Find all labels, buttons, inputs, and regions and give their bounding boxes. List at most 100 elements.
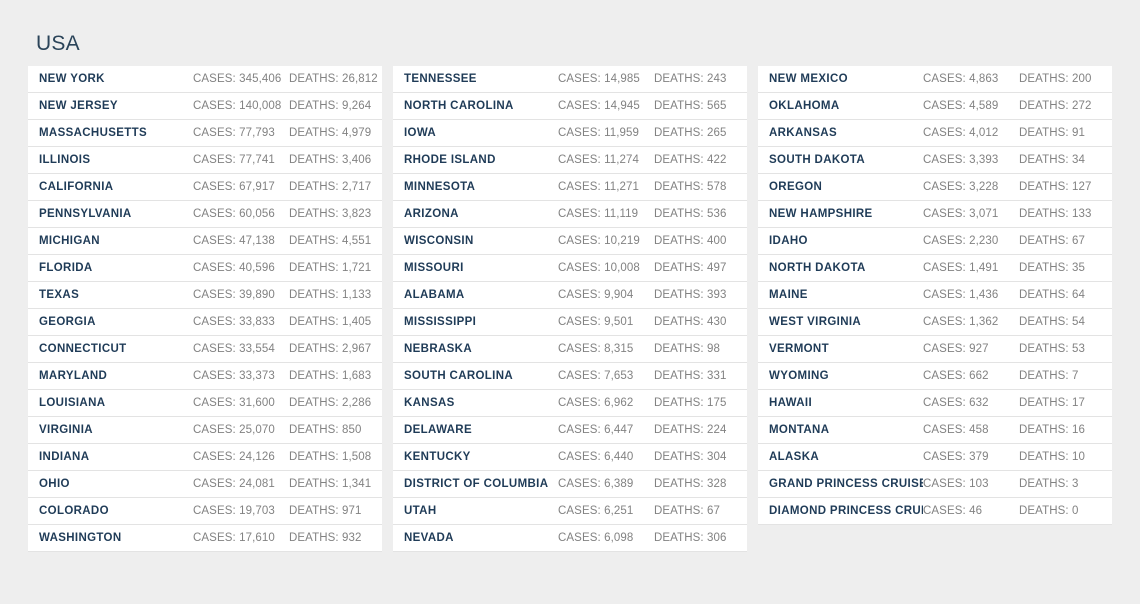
- table-row[interactable]: WYOMING CASES: 662 DEATHS: 7: [758, 363, 1112, 389]
- state-name: OKLAHOMA: [769, 100, 840, 112]
- state-name: TEXAS: [39, 289, 80, 301]
- state-cases-value: CASES: 31,600: [193, 397, 275, 409]
- state-name: VIRGINIA: [39, 424, 93, 436]
- table-row[interactable]: MICHIGAN CASES: 47,138 DEATHS: 4,551: [28, 228, 382, 254]
- state-cases-value: CASES: 8,315: [558, 343, 634, 355]
- table-row[interactable]: OHIO CASES: 24,081 DEATHS: 1,341: [28, 471, 382, 497]
- state-deaths-value: DEATHS: 224: [654, 424, 727, 436]
- state-cases-value: CASES: 2,230: [923, 235, 999, 247]
- table-row[interactable]: CALIFORNIA CASES: 67,917 DEATHS: 2,717: [28, 174, 382, 200]
- table-row[interactable]: MARYLAND CASES: 33,373 DEATHS: 1,683: [28, 363, 382, 389]
- table-row[interactable]: GRAND PRINCESS CRUISE CASES: 103 DEATHS: 3: [758, 471, 1112, 497]
- table-row[interactable]: FLORIDA CASES: 40,596 DEATHS: 1,721: [28, 255, 382, 281]
- state-name: LOUISIANA: [39, 397, 106, 409]
- table-row[interactable]: DELAWARE CASES: 6,447 DEATHS: 224: [393, 417, 747, 443]
- table-row[interactable]: LOUISIANA CASES: 31,600 DEATHS: 2,286: [28, 390, 382, 416]
- state-deaths-value: DEATHS: 0: [1019, 505, 1079, 517]
- table-row[interactable]: NEVADA CASES: 6,098 DEATHS: 306: [393, 525, 747, 551]
- table-row[interactable]: NEW MEXICO CASES: 4,863 DEATHS: 200: [758, 66, 1112, 92]
- state-name: IDAHO: [769, 235, 808, 247]
- state-deaths-value: DEATHS: 2,717: [289, 181, 372, 193]
- table-row[interactable]: IDAHO CASES: 2,230 DEATHS: 67: [758, 228, 1112, 254]
- state-cases-value: CASES: 3,228: [923, 181, 999, 193]
- state-deaths-value: DEATHS: 850: [289, 424, 362, 436]
- state-deaths-value: DEATHS: 4,979: [289, 127, 372, 139]
- table-row[interactable]: INDIANA CASES: 24,126 DEATHS: 1,508: [28, 444, 382, 470]
- table-row[interactable]: IOWA CASES: 11,959 DEATHS: 265: [393, 120, 747, 146]
- table-row[interactable]: SOUTH DAKOTA CASES: 3,393 DEATHS: 34: [758, 147, 1112, 173]
- table-row[interactable]: UTAH CASES: 6,251 DEATHS: 67: [393, 498, 747, 524]
- table-row[interactable]: ALABAMA CASES: 9,904 DEATHS: 393: [393, 282, 747, 308]
- state-cases-value: CASES: 39,890: [193, 289, 275, 301]
- table-row[interactable]: MAINE CASES: 1,436 DEATHS: 64: [758, 282, 1112, 308]
- state-name: HAWAII: [769, 397, 812, 409]
- state-deaths-value: DEATHS: 497: [654, 262, 727, 274]
- table-row[interactable]: MISSISSIPPI CASES: 9,501 DEATHS: 430: [393, 309, 747, 335]
- table-row[interactable]: NEW YORK CASES: 345,406 DEATHS: 26,812: [28, 66, 382, 92]
- table-row[interactable]: NORTH DAKOTA CASES: 1,491 DEATHS: 35: [758, 255, 1112, 281]
- table-row[interactable]: ALASKA CASES: 379 DEATHS: 10: [758, 444, 1112, 470]
- table-row[interactable]: VERMONT CASES: 927 DEATHS: 53: [758, 336, 1112, 362]
- table-row[interactable]: TEXAS CASES: 39,890 DEATHS: 1,133: [28, 282, 382, 308]
- state-name: FLORIDA: [39, 262, 93, 274]
- table-row[interactable]: OREGON CASES: 3,228 DEATHS: 127: [758, 174, 1112, 200]
- table-row[interactable]: HAWAII CASES: 632 DEATHS: 17: [758, 390, 1112, 416]
- table-row[interactable]: NEW HAMPSHIRE CASES: 3,071 DEATHS: 133: [758, 201, 1112, 227]
- state-name: RHODE ISLAND: [404, 154, 496, 166]
- table-row[interactable]: MINNESOTA CASES: 11,271 DEATHS: 578: [393, 174, 747, 200]
- table-row[interactable]: WEST VIRGINIA CASES: 1,362 DEATHS: 54: [758, 309, 1112, 335]
- table-row[interactable]: SOUTH CAROLINA CASES: 7,653 DEATHS: 331: [393, 363, 747, 389]
- table-row[interactable]: ARKANSAS CASES: 4,012 DEATHS: 91: [758, 120, 1112, 146]
- table-row[interactable]: NEBRASKA CASES: 8,315 DEATHS: 98: [393, 336, 747, 362]
- state-deaths-value: DEATHS: 272: [1019, 100, 1092, 112]
- table-row[interactable]: MISSOURI CASES: 10,008 DEATHS: 497: [393, 255, 747, 281]
- state-cases-value: CASES: 67,917: [193, 181, 275, 193]
- table-row[interactable]: GEORGIA CASES: 33,833 DEATHS: 1,405: [28, 309, 382, 335]
- table-row[interactable]: WISCONSIN CASES: 10,219 DEATHS: 400: [393, 228, 747, 254]
- state-deaths-value: DEATHS: 393: [654, 289, 727, 301]
- table-row[interactable]: DIAMOND PRINCESS CRUISECASES: 46 DEATHS: …: [758, 498, 1112, 524]
- table-row[interactable]: KANSAS CASES: 6,962 DEATHS: 175: [393, 390, 747, 416]
- state-deaths-value: DEATHS: 7: [1019, 370, 1079, 382]
- state-deaths-value: DEATHS: 328: [654, 478, 727, 490]
- state-cases-value: CASES: 10,008: [558, 262, 640, 274]
- state-cases-value: CASES: 1,362: [923, 316, 999, 328]
- table-row[interactable]: ILLINOIS CASES: 77,741 DEATHS: 3,406: [28, 147, 382, 173]
- state-name: WEST VIRGINIA: [769, 316, 862, 328]
- state-deaths-value: DEATHS: 175: [654, 397, 727, 409]
- table-row[interactable]: WASHINGTON CASES: 17,610 DEATHS: 932: [28, 525, 382, 551]
- table-row[interactable]: VIRGINIA CASES: 25,070 DEATHS: 850: [28, 417, 382, 443]
- table-row[interactable]: ARIZONA CASES: 11,119 DEATHS: 536: [393, 201, 747, 227]
- state-name: MISSOURI: [404, 262, 464, 274]
- table-row[interactable]: RHODE ISLAND CASES: 11,274 DEATHS: 422: [393, 147, 747, 173]
- table-row[interactable]: NORTH CAROLINA CASES: 14,945 DEATHS: 565: [393, 93, 747, 119]
- usa-covid-stats-page: USA NEW YORK CASES: 345,406 DEATHS: 26,812…: [0, 0, 1140, 604]
- state-deaths-value: DEATHS: 265: [654, 127, 727, 139]
- table-row[interactable]: TENNESSEE CASES: 14,985 DEATHS: 243: [393, 66, 747, 92]
- state-cases-value: CASES: 6,098: [558, 532, 634, 544]
- table-row[interactable]: MONTANA CASES: 458 DEATHS: 16: [758, 417, 1112, 443]
- table-row[interactable]: COLORADO CASES: 19,703 DEATHS: 971: [28, 498, 382, 524]
- state-deaths-value: DEATHS: 331: [654, 370, 727, 382]
- state-name: NORTH DAKOTA: [769, 262, 866, 274]
- table-row[interactable]: PENNSYLVANIA CASES: 60,056 DEATHS: 3,823: [28, 201, 382, 227]
- table-row[interactable]: NEW JERSEY CASES: 140,008 DEATHS: 9,264: [28, 93, 382, 119]
- state-column-3: NEW MEXICO CASES: 4,863 DEATHS: 200 OKLAHOM…: [758, 66, 1112, 525]
- state-name: OREGON: [769, 181, 823, 193]
- state-name: SOUTH DAKOTA: [769, 154, 865, 166]
- state-cases-value: CASES: 4,589: [923, 100, 999, 112]
- table-row[interactable]: DISTRICT OF COLUMBIA CASES: 6,389 DEATHS: …: [393, 471, 747, 497]
- state-deaths-value: DEATHS: 16: [1019, 424, 1085, 436]
- table-row[interactable]: OKLAHOMA CASES: 4,589 DEATHS: 272: [758, 93, 1112, 119]
- state-deaths-value: DEATHS: 67: [654, 505, 720, 517]
- state-name: COLORADO: [39, 505, 109, 517]
- table-row[interactable]: CONNECTICUT CASES: 33,554 DEATHS: 2,967: [28, 336, 382, 362]
- table-row[interactable]: KENTUCKY CASES: 6,440 DEATHS: 304: [393, 444, 747, 470]
- table-row[interactable]: MASSACHUSETTS CASES: 77,793 DEATHS: 4,979: [28, 120, 382, 146]
- state-cases-value: CASES: 33,554: [193, 343, 275, 355]
- state-deaths-value: DEATHS: 4,551: [289, 235, 372, 247]
- state-deaths-value: DEATHS: 2,286: [289, 397, 372, 409]
- state-deaths-value: DEATHS: 3: [1019, 478, 1079, 490]
- state-name: NEW YORK: [39, 73, 105, 85]
- state-cases-value: CASES: 19,703: [193, 505, 275, 517]
